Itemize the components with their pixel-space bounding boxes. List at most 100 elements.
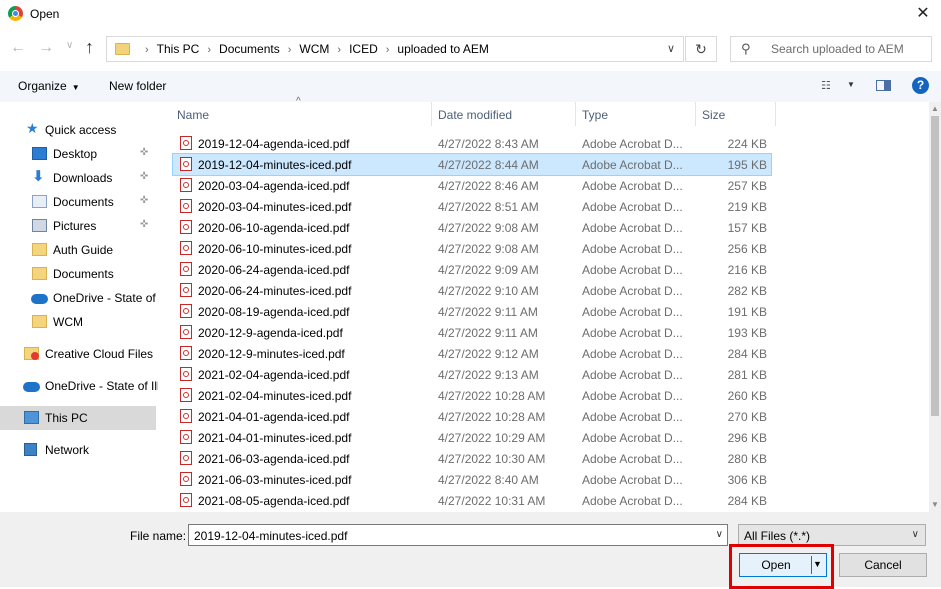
view-dropdown-icon[interactable]: ▼ [847,80,855,89]
file-type-filter-select[interactable]: All Files (*.*) ∨ [738,524,926,546]
sidebar-item-pictures[interactable]: Pictures ✜ [0,214,156,238]
back-arrow-icon[interactable]: ← [10,39,26,57]
file-row[interactable]: 2021-02-04-minutes-iced.pdf 4/27/2022 10:… [173,385,771,406]
scroll-up-icon[interactable]: ▲ [929,104,941,113]
pdf-file-icon [180,430,192,444]
open-button[interactable]: Open ▼ [739,553,827,577]
scroll-down-icon[interactable]: ▼ [929,500,941,509]
pdf-file-icon [180,346,192,360]
file-type-cell: Adobe Acrobat D... [582,242,683,256]
date-modified-cell: 4/27/2022 8:43 AM [438,137,539,151]
breadcrumb-separator-icon[interactable]: › [207,44,211,56]
breadcrumb-separator-icon[interactable]: › [145,44,149,56]
chevron-down-icon[interactable]: ∨ [716,529,723,540]
star-icon: ★ [26,120,39,136]
sidebar-item-quick-access[interactable]: ★ Quick access [0,118,156,142]
organize-button[interactable]: Organize ▼ [18,79,80,93]
date-modified-cell: 4/27/2022 10:28 AM [438,410,546,424]
pdf-file-icon [180,472,192,486]
file-row[interactable]: 2020-08-19-agenda-iced.pdf 4/27/2022 9:11… [173,301,771,322]
sidebar-item-label: OneDrive - State of Ill [45,379,160,393]
file-type-cell: Adobe Acrobat D... [582,284,683,298]
file-size-cell: 280 KB [727,452,767,466]
sidebar-item-auth-guide[interactable]: Auth Guide [0,238,156,262]
date-modified-cell: 4/27/2022 9:13 AM [438,368,539,382]
forward-arrow-icon[interactable]: → [38,39,54,57]
sidebar-item-desktop[interactable]: Desktop ✜ [0,142,156,166]
sidebar-item-label: Auth Guide [53,243,114,257]
file-size-cell: 284 KB [727,347,767,361]
sidebar-item-downloads[interactable]: ⬇ Downloads ✜ [0,166,156,190]
pin-icon[interactable]: ✜ [140,171,148,182]
new-folder-button[interactable]: New folder [109,79,166,93]
sidebar-item-network[interactable]: Network [0,438,156,462]
breadcrumb-item[interactable]: uploaded to AEM [397,42,488,56]
address-bar[interactable]: › This PC › Documents › WCM › ICED › uploaded to … [106,36,684,62]
cloud-icon [31,294,48,304]
sidebar-item-onedrive-state-of-ill[interactable]: OneDrive - State of Ill [0,374,160,398]
cloud-icon [23,382,40,392]
column-header-type[interactable]: Type [582,108,608,122]
sidebar-item-this-pc[interactable]: This PC [0,406,156,430]
column-header-name[interactable]: Name [177,108,209,122]
breadcrumb-separator-icon[interactable]: › [288,44,292,56]
chevron-down-icon[interactable]: ∨ [912,529,919,540]
file-row[interactable]: 2021-08-05-agenda-iced.pdf 4/27/2022 10:3… [173,490,771,511]
pin-icon[interactable]: ✜ [140,195,148,206]
file-name-cell: 2021-06-03-agenda-iced.pdf [198,452,350,466]
search-input[interactable]: ⚲ Search uploaded to AEM [730,36,932,62]
sidebar-item-documents[interactable]: Documents ✜ [0,190,156,214]
recent-locations-chevron-icon[interactable]: ∨ [66,40,73,51]
breadcrumb-item[interactable]: ICED [349,42,378,56]
breadcrumb-item[interactable]: Documents [219,42,280,56]
file-row[interactable]: 2019-12-04-agenda-iced.pdf 4/27/2022 8:43… [173,133,771,154]
breadcrumb-separator-icon[interactable]: › [337,44,341,56]
breadcrumb-separator-icon[interactable]: › [386,44,390,56]
sidebar-item-onedrive-state-of[interactable]: OneDrive - State of [0,286,156,310]
file-row[interactable]: 2021-06-03-minutes-iced.pdf 4/27/2022 8:4… [173,469,771,490]
file-row[interactable]: 2021-04-01-minutes-iced.pdf 4/27/2022 10:… [173,427,771,448]
file-row[interactable]: 2021-06-03-agenda-iced.pdf 4/27/2022 10:3… [173,448,771,469]
breadcrumb-item[interactable]: This PC [157,42,200,56]
file-row[interactable]: 2019-12-04-minutes-iced.pdf 4/27/2022 8:4… [172,153,772,176]
cancel-button[interactable]: Cancel [839,553,927,577]
help-icon[interactable]: ? [912,77,929,94]
pdf-file-icon [180,493,192,507]
sidebar-item-documents[interactable]: Documents [0,262,156,286]
file-row[interactable]: 2020-06-10-minutes-iced.pdf 4/27/2022 9:0… [173,238,771,259]
chevron-down-icon[interactable]: ∨ [667,42,675,55]
date-modified-cell: 4/27/2022 9:09 AM [438,263,539,277]
sidebar-item-creative-cloud-files[interactable]: Creative Cloud Files [0,342,156,366]
column-divider[interactable] [695,102,696,126]
file-row[interactable]: 2020-12-9-minutes-iced.pdf 4/27/2022 9:12… [173,343,771,364]
file-name-input[interactable]: 2019-12-04-minutes-iced.pdf ∨ [188,524,728,546]
file-row[interactable]: 2020-06-24-minutes-iced.pdf 4/27/2022 9:1… [173,280,771,301]
column-header-date[interactable]: Date modified [438,108,512,122]
preview-pane-icon[interactable] [876,80,891,91]
file-row[interactable]: 2020-03-04-agenda-iced.pdf 4/27/2022 8:46… [173,175,771,196]
view-options-icon[interactable]: ☷ [821,79,831,92]
column-divider[interactable] [575,102,576,126]
refresh-button[interactable]: ↻ [685,36,717,62]
file-type-cell: Adobe Acrobat D... [582,263,683,277]
file-row[interactable]: 2021-02-04-agenda-iced.pdf 4/27/2022 9:13… [173,364,771,385]
file-row[interactable]: 2020-06-24-agenda-iced.pdf 4/27/2022 9:09… [173,259,771,280]
scrollbar-thumb[interactable] [931,116,939,416]
file-row[interactable]: 2020-12-9-agenda-iced.pdf 4/27/2022 9:11 … [173,322,771,343]
close-button[interactable]: ✕ [905,0,941,28]
column-divider[interactable] [775,102,776,126]
file-list-scrollbar[interactable]: ▲ ▼ [929,102,941,512]
file-size-cell: 216 KB [727,263,767,277]
up-arrow-icon[interactable]: ↑ [85,37,94,58]
open-dropdown-icon[interactable]: ▼ [813,559,822,569]
column-header-size[interactable]: Size [702,108,725,122]
file-row[interactable]: 2021-04-01-agenda-iced.pdf 4/27/2022 10:2… [173,406,771,427]
column-divider[interactable] [431,102,432,126]
breadcrumb-item[interactable]: WCM [299,42,329,56]
file-row[interactable]: 2020-03-04-minutes-iced.pdf 4/27/2022 8:5… [173,196,771,217]
pin-icon[interactable]: ✜ [140,147,148,158]
file-row[interactable]: 2020-06-10-agenda-iced.pdf 4/27/2022 9:08… [173,217,771,238]
pin-icon[interactable]: ✜ [140,219,148,230]
pdf-file-icon [180,199,192,213]
sidebar-item-wcm[interactable]: WCM [0,310,156,334]
